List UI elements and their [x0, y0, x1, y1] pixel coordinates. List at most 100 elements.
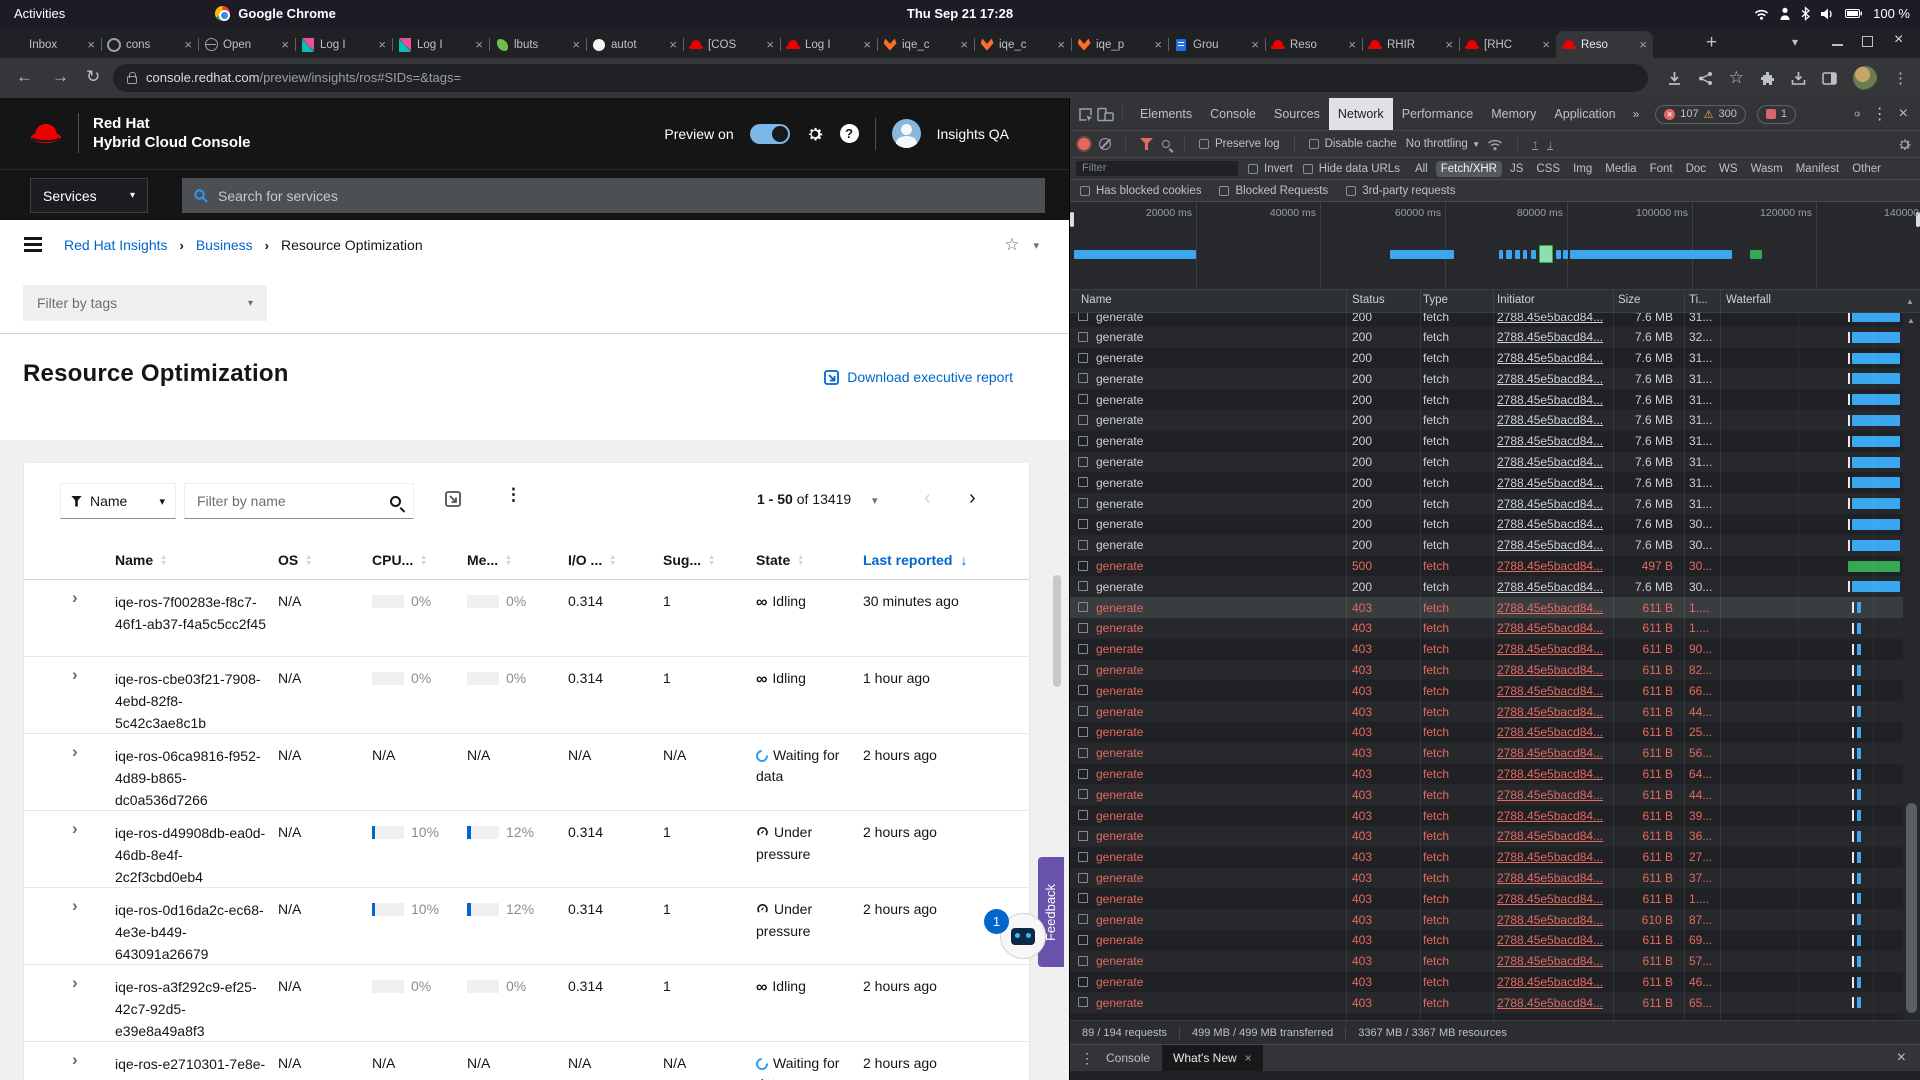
new-tab-button[interactable]: + — [1706, 32, 1717, 54]
request-row[interactable]: generate 403 fetch 2788.45e5bacd84... 611 B 9… — [1070, 639, 1904, 660]
export-table-icon[interactable] — [445, 491, 461, 507]
browser-tab[interactable]: Open × — [198, 31, 295, 58]
request-row[interactable]: generate 403 fetch 2788.45e5bacd84... 611 B 3… — [1070, 805, 1904, 826]
request-type-chip[interactable]: All — [1410, 161, 1433, 177]
forward-icon[interactable]: → — [52, 67, 69, 87]
issues-badge[interactable]: 1 — [1756, 104, 1796, 124]
request-initiator-link[interactable]: 2788.45e5bacd84... — [1497, 413, 1615, 427]
throttling-dropdown[interactable]: No throttling ▾ — [1406, 138, 1479, 150]
request-row[interactable]: generate 200 fetch 2788.45e5bacd84... 7.6 MB… — [1070, 348, 1904, 369]
drawer-tab-close-icon[interactable]: × — [1245, 1051, 1252, 1065]
request-row[interactable]: generate 403 fetch 2788.45e5bacd84... 611 B 3… — [1070, 825, 1904, 847]
next-page-button[interactable]: › — [969, 487, 976, 510]
request-initiator-link[interactable]: 2788.45e5bacd84... — [1497, 621, 1615, 635]
request-row[interactable]: generate 200 fetch 2788.45e5bacd84... 7.6 MB… — [1070, 472, 1904, 493]
request-checkbox[interactable] — [1078, 539, 1088, 550]
tab-close-icon[interactable]: × — [1542, 37, 1550, 52]
request-row[interactable]: generate 200 fetch 2788.45e5bacd84... 7.6 MB… — [1070, 493, 1904, 514]
request-checkbox[interactable] — [1078, 581, 1088, 592]
request-initiator-link[interactable]: 2788.45e5bacd84... — [1497, 975, 1615, 989]
request-initiator-link[interactable]: 2788.45e5bacd84... — [1497, 829, 1615, 843]
request-initiator-link[interactable]: 2788.45e5bacd84... — [1497, 663, 1615, 677]
tab-close-icon[interactable]: × — [1057, 37, 1065, 52]
request-checkbox[interactable] — [1078, 955, 1088, 966]
request-row[interactable]: generate 200 fetch 2788.45e5bacd84... 7.6 MB… — [1070, 368, 1904, 390]
request-row[interactable]: generate 200 fetch 2788.45e5bacd84... 7.6 MB… — [1070, 576, 1904, 598]
column-header-cpu[interactable]: CPU... ▲ ▼ — [372, 552, 427, 568]
more-tabs-icon[interactable]: » — [1628, 107, 1645, 121]
request-type-chip[interactable]: Doc — [1681, 161, 1711, 177]
grid-column-initiator[interactable]: Initiator — [1497, 294, 1535, 306]
request-type-chip[interactable]: Wasm — [1746, 161, 1788, 177]
page-scrollbar-thumb[interactable] — [1053, 575, 1061, 687]
column-header-state[interactable]: State ▲ ▼ — [756, 552, 804, 568]
system-name-link[interactable]: iqe-ros-a3f292c9-ef25-42c7-92d5-e39e8a49… — [115, 976, 267, 1042]
browser-tab[interactable]: iqe_p × — [1071, 31, 1168, 58]
favorite-star-icon[interactable]: ☆ — [1004, 235, 1019, 255]
tab-close-icon[interactable]: × — [1639, 37, 1647, 52]
hide-data-urls-checkbox[interactable]: Hide data URLs — [1302, 163, 1400, 175]
request-initiator-link[interactable]: 2788.45e5bacd84... — [1497, 580, 1615, 594]
request-row[interactable]: generate 200 fetch 2788.45e5bacd84... 7.6 MB… — [1070, 326, 1904, 348]
request-row[interactable]: generate 403 fetch 2788.45e5bacd84... 611 B 1… — [1070, 617, 1904, 639]
request-initiator-link[interactable]: 2788.45e5bacd84... — [1497, 559, 1615, 573]
tab-close-icon[interactable]: × — [1348, 37, 1356, 52]
request-initiator-link[interactable]: 2788.45e5bacd84... — [1497, 809, 1615, 823]
tab-close-icon[interactable]: × — [960, 37, 968, 52]
request-checkbox[interactable] — [1078, 851, 1088, 862]
request-checkbox[interactable] — [1078, 768, 1088, 779]
browser-tab[interactable]: iqe_c × — [974, 31, 1071, 58]
device-toolbar-icon[interactable] — [1097, 107, 1114, 122]
request-initiator-link[interactable]: 2788.45e5bacd84... — [1497, 705, 1615, 719]
devtools-tab-console[interactable]: Console — [1201, 98, 1265, 130]
request-checkbox[interactable] — [1078, 602, 1088, 613]
user-avatar[interactable] — [891, 119, 921, 148]
system-name-link[interactable]: iqe-ros-d49908db-ea0d-46db-8e4f-2c2f3cbd… — [115, 822, 267, 888]
request-checkbox[interactable] — [1078, 934, 1088, 945]
network-overview[interactable]: 20000 ms 40000 ms 60000 ms 80000 ms 100000 m… — [1070, 202, 1920, 290]
grid-column-time[interactable]: Ti... — [1689, 294, 1708, 306]
drawer-tab-console[interactable]: Console — [1106, 1051, 1150, 1065]
request-initiator-link[interactable]: 2788.45e5bacd84... — [1497, 351, 1615, 365]
request-row[interactable]: generate 200 fetch 2788.45e5bacd84... 7.6 MB… — [1070, 409, 1904, 431]
bookmark-star-icon[interactable]: ☆ — [1729, 68, 1744, 88]
request-initiator-link[interactable]: 2788.45e5bacd84... — [1497, 517, 1615, 531]
tab-search-caret-icon[interactable]: ▾ — [1792, 35, 1798, 49]
request-checkbox[interactable] — [1078, 706, 1088, 717]
window-close-button[interactable]: × — [1894, 31, 1903, 49]
browser-tab[interactable]: iqe_c × — [877, 31, 974, 58]
request-initiator-link[interactable]: 2788.45e5bacd84... — [1497, 746, 1615, 760]
request-checkbox[interactable] — [1078, 914, 1088, 925]
request-checkbox[interactable] — [1078, 893, 1088, 904]
request-checkbox[interactable] — [1078, 560, 1088, 571]
request-row[interactable]: generate 403 fetch 2788.45e5bacd84... 611 B 1… — [1070, 888, 1904, 909]
request-row[interactable]: generate 403 fetch 2788.45e5bacd84... 611 B 3… — [1070, 867, 1904, 889]
request-checkbox[interactable] — [1078, 622, 1088, 633]
waterfall-sort-icon[interactable]: ▲ — [1906, 297, 1914, 306]
system-name-link[interactable]: iqe-ros-e2710301-7e8e-4040-be6a- — [115, 1053, 267, 1080]
tab-close-icon[interactable]: × — [1445, 37, 1453, 52]
request-initiator-link[interactable]: 2788.45e5bacd84... — [1497, 871, 1615, 885]
devtools-kebab-icon[interactable]: ⋮ — [1868, 104, 1892, 124]
request-row[interactable]: generate 403 fetch 2788.45e5bacd84... 611 B 8… — [1070, 659, 1904, 681]
request-initiator-link[interactable]: 2788.45e5bacd84... — [1497, 996, 1615, 1010]
request-row[interactable]: generate 403 fetch 2788.45e5bacd84... 611 B 4… — [1070, 701, 1904, 722]
request-row[interactable]: generate 200 fetch 2788.45e5bacd84... 7.6 MB… — [1070, 534, 1904, 556]
address-bar[interactable]: console.redhat.com/preview/insights/ros#… — [113, 64, 1648, 92]
feedback-button[interactable]: Feedback — [1038, 857, 1064, 967]
column-header-io[interactable]: I/O ... ▲ ▼ — [568, 552, 616, 568]
request-row[interactable]: generate 200 fetch 2788.45e5bacd84... 7.6 MB… — [1070, 389, 1904, 410]
invert-checkbox[interactable]: Invert — [1248, 163, 1293, 175]
request-row[interactable]: generate 403 fetch 2788.45e5bacd84... 611 B 4… — [1070, 784, 1904, 806]
expand-row-chevron-icon[interactable]: › — [72, 819, 78, 839]
request-initiator-link[interactable]: 2788.45e5bacd84... — [1497, 455, 1615, 469]
grid-column-status[interactable]: Status — [1352, 294, 1385, 306]
request-type-chip[interactable]: Media — [1600, 161, 1641, 177]
network-filter-input[interactable]: Filter — [1076, 161, 1238, 176]
request-checkbox[interactable] — [1078, 518, 1088, 529]
request-row[interactable]: generate 200 fetch 2788.45e5bacd84... 7.6 MB… — [1070, 514, 1904, 535]
request-checkbox[interactable] — [1078, 747, 1088, 758]
column-header-os[interactable]: OS ▲ ▼ — [278, 552, 312, 568]
request-type-chip[interactable]: CSS — [1531, 161, 1565, 177]
request-checkbox[interactable] — [1078, 456, 1088, 467]
